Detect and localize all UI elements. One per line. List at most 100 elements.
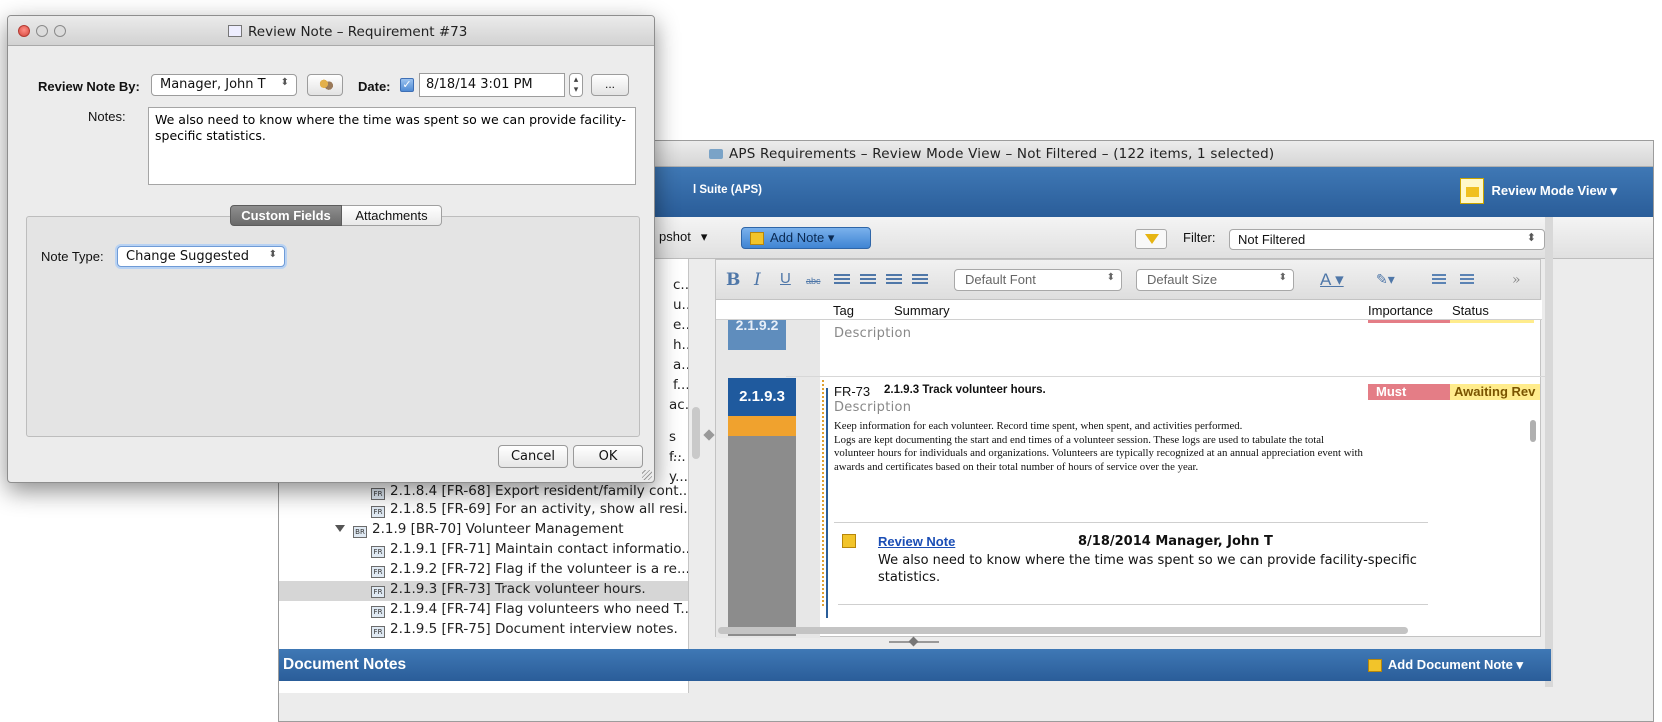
bulleted-list-icon[interactable] [1432, 274, 1446, 286]
add-note-button[interactable]: Add Note ▾ [741, 227, 871, 249]
note-type-select-value: Change Suggested [126, 249, 250, 264]
note-type-label: Note Type: [41, 249, 104, 264]
tree-text-fragment: f... [673, 377, 689, 393]
editor-vertical-scrollbar[interactable] [1530, 420, 1536, 442]
date-label: Date: [358, 79, 391, 94]
size-select[interactable]: Default Size ⬍ [1136, 269, 1294, 291]
italic-button[interactable]: I [754, 270, 761, 290]
highlight-color-icon[interactable]: ✎▾ [1376, 272, 1395, 288]
tab-attachments[interactable]: Attachments [342, 205, 442, 226]
view-mode-label: Review Mode View ▾ [1491, 183, 1618, 198]
importance-badge[interactable]: Must [1368, 384, 1450, 400]
prev-requirement-number[interactable]: 2.1.9.2 [728, 320, 786, 350]
filter-funnel-button[interactable] [1135, 229, 1167, 249]
tree-item-label: 2.1.9.1 [FR-71] Maintain contact informa… [390, 541, 689, 557]
date-picker-button[interactable]: ... [591, 74, 629, 96]
align-justify-icon[interactable] [912, 274, 928, 286]
tree-item-label: 2.1.8.4 [FR-68] Export resident/family c… [390, 483, 689, 499]
review-note-text: We also need to know where the time was … [878, 553, 1417, 585]
column-status[interactable]: Status [1452, 303, 1489, 318]
window-edge [1545, 217, 1553, 687]
align-right-icon[interactable] [886, 274, 902, 286]
requirement-title[interactable]: 2.1.9.3 Track volunteer hours. [884, 384, 1046, 396]
window-icon [709, 149, 723, 159]
text-color-button[interactable]: A ▾ [1320, 270, 1344, 290]
editor-horizontal-scrollbar[interactable] [718, 627, 1408, 634]
bold-button[interactable]: B [726, 270, 740, 290]
review-note-meta: 8/18/2014 Manager, John T [1078, 534, 1273, 549]
horizontal-splitter[interactable] [889, 641, 939, 643]
font-select[interactable]: Default Font ⬍ [954, 269, 1122, 291]
requirement-icon: FR [371, 586, 385, 598]
toolbar-overflow-icon[interactable]: » [1512, 272, 1521, 288]
cancel-button[interactable]: Cancel [498, 445, 568, 468]
add-document-note-label: Add Document Note ▾ [1387, 657, 1523, 672]
tree-item[interactable]: FR 2.1.8.4 [FR-68] Export resident/family… [279, 483, 689, 503]
tree-item-label: 2.1.9 [BR-70] Volunteer Management [372, 521, 624, 537]
filter-select-value: Not Filtered [1238, 232, 1306, 247]
close-window-button[interactable] [18, 25, 30, 37]
status-badge[interactable]: Awaiting Rev [1450, 384, 1540, 400]
date-stepper[interactable]: ▴ ▾ [569, 73, 583, 97]
column-importance[interactable]: Importance [1368, 303, 1433, 318]
tab-custom-fields[interactable]: Custom Fields [230, 205, 342, 226]
tree-item[interactable]: FR 2.1.9.1 [FR-71] Maintain contact infor… [279, 541, 689, 561]
requirement-number[interactable]: 2.1.9.3 [728, 378, 796, 416]
snapshot-button[interactable]: pshot ▾ [659, 229, 707, 245]
note-icon [750, 231, 764, 245]
tree-text-fragment: e... [673, 317, 688, 333]
document-notes-bar: Document Notes Add Document Note ▾ [279, 649, 1551, 681]
column-summary[interactable]: Summary [894, 303, 950, 318]
reviewer-select[interactable]: Manager, John T ⬍ [151, 74, 297, 96]
underline-button[interactable]: U [780, 270, 791, 287]
tree-item[interactable]: FR 2.1.9.2 [FR-72] Flag if the volunteer … [279, 561, 689, 581]
tree-text-fragment: c... [673, 277, 689, 293]
tree-item-label: 2.1.9.4 [FR-74] Flag volunteers who need… [390, 601, 689, 617]
strikethrough-button[interactable]: abc [806, 276, 821, 286]
add-note-label: Add Note ▾ [770, 230, 835, 245]
select-arrows-icon: ⬍ [268, 249, 277, 260]
note-divider [838, 604, 1428, 605]
tree-group-item[interactable]: BR 2.1.9 [BR-70] Volunteer Management [279, 521, 688, 541]
add-document-note-button[interactable]: Add Document Note ▾ [1367, 657, 1523, 673]
minimize-window-button[interactable] [36, 25, 48, 37]
tree-item[interactable]: FR 2.1.9.4 [FR-74] Flag volunteers who ne… [279, 601, 689, 621]
requirement-icon: FR [371, 546, 385, 558]
date-field[interactable]: 8/18/14 3:01 PM [419, 73, 565, 97]
ok-button[interactable]: OK [573, 445, 643, 468]
filter-label: Filter: [1183, 230, 1216, 245]
view-mode-switch[interactable]: Review Mode View ▾ [1459, 178, 1618, 204]
filter-select[interactable]: Not Filtered ⬍ [1229, 229, 1545, 250]
splitter-handle[interactable] [703, 429, 715, 441]
requirement-icon: FR [371, 626, 385, 638]
resize-grip[interactable] [642, 470, 652, 480]
tree-item-label: 2.1.9.2 [FR-72] Flag if the volunteer is… [390, 561, 689, 577]
suite-name: l Suite (APS) [693, 184, 763, 196]
requirement-icon: FR [371, 566, 385, 578]
tree-scrollbar[interactable] [692, 407, 700, 459]
numbered-list-icon[interactable] [1460, 274, 1474, 286]
tree-item[interactable]: FR 2.1.8.5 [FR-69] For an activity, show … [279, 501, 688, 521]
people-picker-button[interactable] [307, 74, 343, 96]
snapshot-label: pshot [659, 229, 691, 244]
disclosure-triangle-icon[interactable] [335, 525, 345, 532]
zoom-window-button[interactable] [54, 25, 66, 37]
align-center-icon[interactable] [860, 274, 876, 286]
business-requirement-icon: BR [353, 526, 367, 538]
align-left-icon[interactable] [834, 274, 850, 286]
tree-item-label: 2.1.9.3 [FR-73] Track volunteer hours. [390, 581, 646, 597]
dialog-title: Review Note – Requirement #73 [228, 24, 467, 40]
date-checkbox[interactable]: ✓ [400, 78, 414, 92]
tree-text-fragment: u... [673, 297, 688, 313]
notes-field[interactable]: We also need to know where the time was … [148, 107, 636, 185]
description-line: Keep information for each volunteer. Rec… [834, 420, 1243, 432]
review-note-link[interactable]: Review Note [878, 534, 955, 549]
column-header: Tag Summary Importance Status [716, 300, 1542, 320]
tree-item-selected[interactable]: FR 2.1.9.3 [FR-73] Track volunteer hours. [279, 581, 688, 601]
prev-status-strip [1450, 320, 1534, 323]
requirement-description[interactable]: Keep information for each volunteer. Rec… [834, 420, 1434, 474]
column-tag[interactable]: Tag [833, 303, 854, 318]
dialog-titlebar[interactable]: Review Note – Requirement #73 [8, 16, 654, 46]
tree-item[interactable]: FR 2.1.9.5 [FR-75] Document interview not… [279, 621, 688, 641]
note-type-select[interactable]: Change Suggested ⬍ [117, 246, 285, 267]
